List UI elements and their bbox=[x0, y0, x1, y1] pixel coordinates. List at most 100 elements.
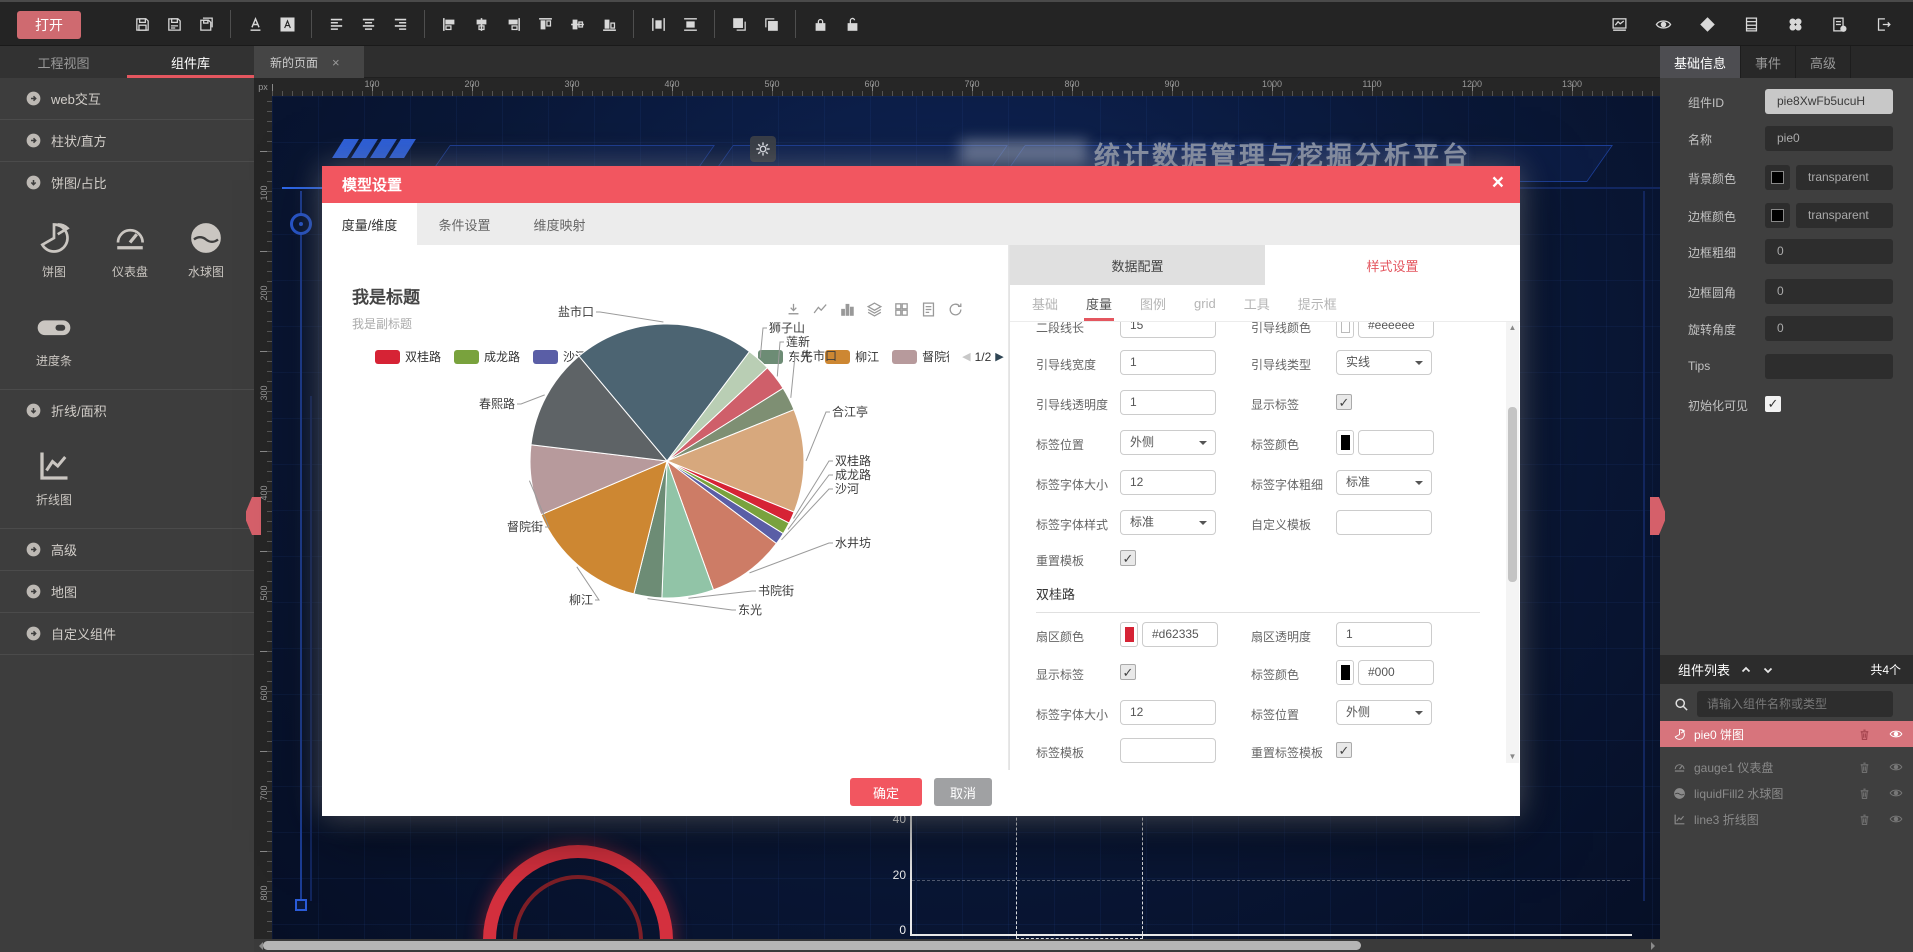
modal-tab-度量/维度[interactable]: 度量/维度 bbox=[322, 203, 417, 245]
color-swatch-扇区颜色[interactable] bbox=[1120, 622, 1138, 647]
data-export-button[interactable] bbox=[1826, 11, 1852, 37]
checkbox-重置模板[interactable]: ✓ bbox=[1120, 550, 1136, 566]
left-panel-tab-组件库[interactable]: 组件库 bbox=[127, 46, 254, 78]
checkbox-显示标签[interactable]: ✓ bbox=[1336, 394, 1352, 410]
config-tab-数据配置[interactable]: 数据配置 bbox=[1010, 245, 1265, 285]
scrollbar-thumb[interactable] bbox=[263, 941, 1361, 950]
align-top-button[interactable] bbox=[532, 11, 558, 37]
config-subtab-提示框[interactable]: 提示框 bbox=[1296, 286, 1339, 321]
form-scrollbar[interactable]: ▲ ▼ bbox=[1506, 322, 1519, 763]
config-subtab-工具[interactable]: 工具 bbox=[1242, 286, 1272, 321]
select-标签位置[interactable]: 外侧 bbox=[1336, 700, 1432, 725]
input-引导线透明度[interactable]: 1 bbox=[1120, 390, 1216, 415]
boxed-a-button[interactable] bbox=[274, 11, 300, 37]
component-list-item-line3 折线图[interactable]: line3 折线图 bbox=[1660, 806, 1913, 832]
properties-tab-高级[interactable]: 高级 bbox=[1796, 46, 1851, 78]
delete-icon[interactable] bbox=[1858, 813, 1871, 826]
distribute-h-button[interactable] bbox=[645, 11, 671, 37]
section-header-地图[interactable]: 地图 bbox=[0, 571, 254, 612]
input-自定义模板[interactable] bbox=[1336, 510, 1432, 535]
input-扇区颜色[interactable]: #d62335 bbox=[1142, 622, 1218, 647]
form-scrollbar-thumb[interactable] bbox=[1508, 407, 1517, 582]
confirm-button[interactable]: 确定 bbox=[850, 778, 922, 806]
modal-close-icon[interactable]: × bbox=[1492, 171, 1504, 195]
bring-forward-button[interactable] bbox=[726, 11, 752, 37]
property-input-边框圆角[interactable]: 0 bbox=[1765, 279, 1893, 304]
modal-tab-条件设置[interactable]: 条件设置 bbox=[417, 203, 512, 245]
property-input-Tips[interactable] bbox=[1765, 354, 1893, 379]
section-header-高级[interactable]: 高级 bbox=[0, 529, 254, 570]
delete-icon[interactable] bbox=[1858, 761, 1871, 774]
color-swatch-背景颜色[interactable] bbox=[1765, 165, 1790, 190]
component-list-item-pie0 饼图[interactable]: pie0 饼图 bbox=[1660, 721, 1913, 747]
color-swatch-边框颜色[interactable] bbox=[1765, 203, 1790, 228]
visibility-eye-icon[interactable] bbox=[1889, 760, 1903, 774]
component-item-饼图[interactable]: 饼图 bbox=[16, 217, 92, 280]
config-subtab-基础[interactable]: 基础 bbox=[1030, 286, 1060, 321]
visibility-eye-icon[interactable] bbox=[1889, 727, 1903, 741]
select-标签字体粗细[interactable]: 标准 bbox=[1336, 470, 1432, 495]
send-backward-button[interactable] bbox=[758, 11, 784, 37]
input-标签颜色[interactable]: #000 bbox=[1358, 660, 1434, 685]
property-input-旋转角度[interactable]: 0 bbox=[1765, 316, 1893, 341]
input-引导线宽度[interactable]: 1 bbox=[1120, 350, 1216, 375]
layout-panel-button[interactable] bbox=[1738, 11, 1764, 37]
input-标签模板[interactable] bbox=[1120, 738, 1216, 763]
open-button[interactable]: 打开 bbox=[17, 11, 81, 39]
input-扇区透明度[interactable]: 1 bbox=[1336, 622, 1432, 647]
config-subtab-grid[interactable]: grid bbox=[1192, 288, 1218, 319]
select-标签字体样式[interactable]: 标准 bbox=[1120, 510, 1216, 535]
align-middle-v-button[interactable] bbox=[564, 11, 590, 37]
left-panel-tab-工程视图[interactable]: 工程视图 bbox=[0, 46, 127, 78]
chevron-down-icon[interactable] bbox=[1762, 664, 1774, 676]
config-subtab-度量[interactable]: 度量 bbox=[1084, 286, 1114, 321]
color-swatch-标签颜色[interactable] bbox=[1336, 660, 1354, 685]
text-align-left-button[interactable] bbox=[323, 11, 349, 37]
input-标签字体大小[interactable]: 12 bbox=[1120, 700, 1216, 725]
property-input-边框颜色[interactable]: transparent bbox=[1796, 203, 1893, 228]
component-item-折线图[interactable]: 折线图 bbox=[16, 445, 92, 508]
component-item-进度条[interactable]: 进度条 bbox=[16, 306, 92, 369]
delete-icon[interactable] bbox=[1858, 728, 1871, 741]
lock-button[interactable] bbox=[807, 11, 833, 37]
scroll-right-arrow-icon[interactable] bbox=[1651, 942, 1659, 950]
scroll-down-arrow-icon[interactable]: ▼ bbox=[1506, 751, 1519, 763]
color-swatch-标签颜色[interactable] bbox=[1336, 430, 1354, 455]
section-header-折线/面积[interactable]: 折线/面积 bbox=[0, 390, 254, 431]
canvas-horizontal-scrollbar[interactable] bbox=[254, 939, 1660, 952]
component-list-item-liquidFill2 水球图[interactable]: liquidFill2 水球图 bbox=[1660, 780, 1913, 806]
align-right-button[interactable] bbox=[500, 11, 526, 37]
properties-tab-基础信息[interactable]: 基础信息 bbox=[1660, 46, 1741, 78]
unlock-button[interactable] bbox=[839, 11, 865, 37]
delete-icon[interactable] bbox=[1858, 787, 1871, 800]
page-tab[interactable]: 新的页面 × bbox=[254, 46, 364, 78]
scroll-left-arrow-icon[interactable] bbox=[255, 942, 263, 950]
section-header-web交互[interactable]: web交互 bbox=[0, 78, 254, 119]
distribute-v-button[interactable] bbox=[677, 11, 703, 37]
align-bottom-button[interactable] bbox=[596, 11, 622, 37]
align-left-button[interactable] bbox=[436, 11, 462, 37]
pie-chart[interactable]: 盐市口狮子山莲新牛市口合江亭双桂路成龙路沙河水井坊书院街东光柳江督院街春熙路 bbox=[322, 245, 1009, 659]
underline-a-button[interactable] bbox=[242, 11, 268, 37]
eye-button[interactable] bbox=[1650, 11, 1676, 37]
properties-tab-事件[interactable]: 事件 bbox=[1741, 46, 1796, 78]
scroll-up-arrow-icon[interactable]: ▲ bbox=[1506, 322, 1519, 334]
diamond-button[interactable] bbox=[1694, 11, 1720, 37]
component-item-仪表盘[interactable]: 仪表盘 bbox=[92, 217, 168, 280]
align-center-h-button[interactable] bbox=[468, 11, 494, 37]
input-标签颜色[interactable] bbox=[1358, 430, 1434, 455]
save-all-button[interactable] bbox=[193, 11, 219, 37]
modal-tab-维度映射[interactable]: 维度映射 bbox=[512, 203, 607, 245]
config-subtab-图例[interactable]: 图例 bbox=[1138, 286, 1168, 321]
property-input-边框粗细[interactable]: 0 bbox=[1765, 239, 1893, 264]
property-input-背景颜色[interactable]: transparent bbox=[1796, 165, 1893, 190]
component-list-item-gauge1 仪表盘[interactable]: gauge1 仪表盘 bbox=[1660, 754, 1913, 780]
checkbox-初始化可见[interactable]: ✓ bbox=[1765, 396, 1781, 412]
checkbox-重置标签模板[interactable]: ✓ bbox=[1336, 742, 1352, 758]
text-align-right-button[interactable] bbox=[387, 11, 413, 37]
page-tab-close-icon[interactable]: × bbox=[332, 55, 340, 70]
chevron-up-icon[interactable] bbox=[1740, 664, 1752, 676]
cancel-button[interactable]: 取消 bbox=[934, 778, 992, 806]
input-二段线长[interactable]: 15 bbox=[1120, 322, 1216, 338]
config-tab-样式设置[interactable]: 样式设置 bbox=[1265, 245, 1520, 285]
